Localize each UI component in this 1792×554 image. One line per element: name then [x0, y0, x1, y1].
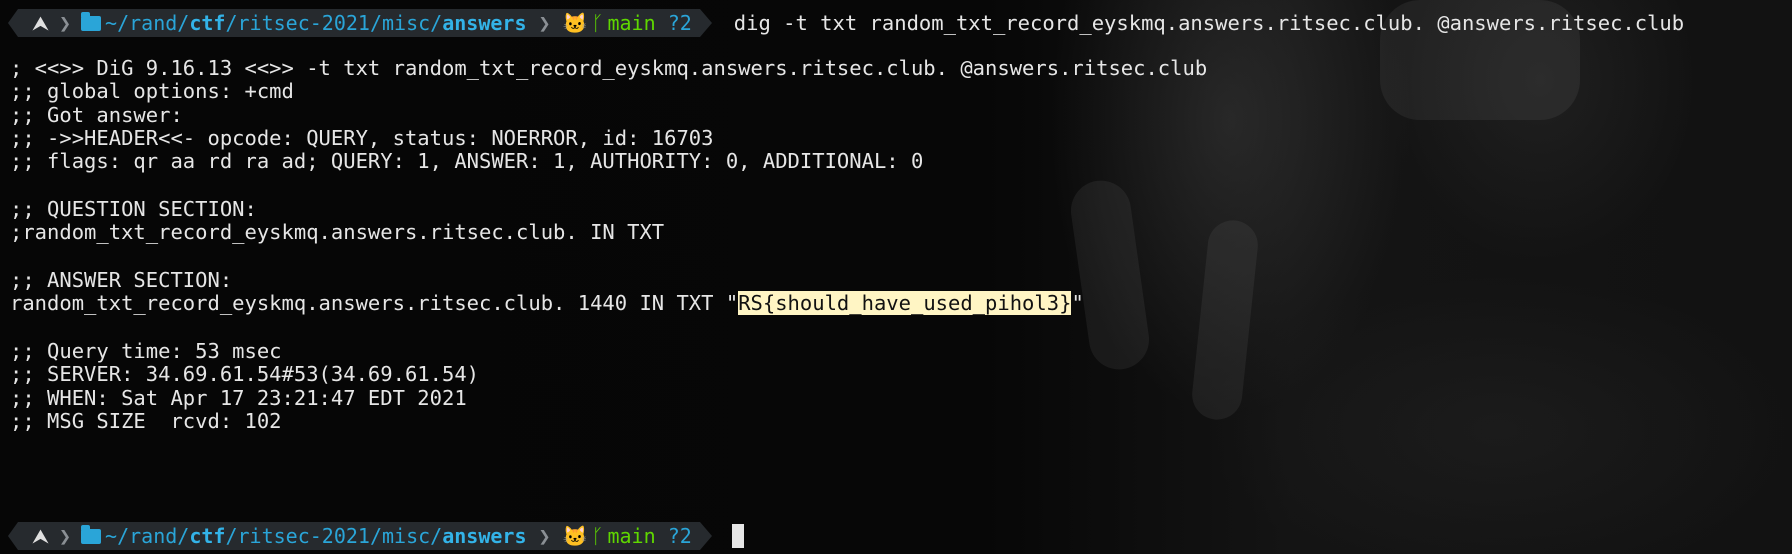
output-line: ;; flags: qr aa rd ra ad; QUERY: 1, ANSW…	[10, 149, 924, 173]
cwd-prefix: ~/rand/	[105, 11, 190, 35]
git-segment: 🐱 ᚴ main ?2	[554, 9, 700, 37]
cwd-last: answers	[442, 11, 527, 35]
cwd-mid: /ritsec-2021/misc/	[225, 11, 443, 35]
cwd-mid: /ritsec-2021/misc/	[225, 524, 443, 548]
prompt-line-2: ⮝ ❯ ~/rand/ctf/ritsec-2021/misc/answers …	[8, 522, 744, 550]
git-branch-name: main	[607, 524, 656, 548]
answer-line: random_txt_record_eyskmq.answers.ritsec.…	[10, 290, 1084, 317]
output-line: ;; MSG SIZE rcvd: 102	[10, 409, 282, 433]
git-status: ?2	[667, 524, 692, 548]
prompt-line-1: ⮝ ❯ ~/rand/ctf/ritsec-2021/misc/answers …	[8, 9, 1684, 37]
flag-selection[interactable]: RS{should_have_used_pihol3}	[738, 291, 1072, 315]
prompt-separator-icon: ❯	[534, 522, 555, 550]
prompt-separator-icon: ❯	[55, 522, 76, 550]
cwd-ctf: ctf	[189, 11, 226, 35]
prompt-end-cap	[699, 9, 712, 37]
prompt-end-cap	[699, 522, 712, 550]
git-branch-icon: ᚴ	[591, 11, 604, 35]
github-cat-icon: 🐱	[562, 524, 588, 548]
command-text: dig -t txt random_txt_record_eyskmq.answ…	[733, 11, 1685, 35]
cwd-prefix: ~/rand/	[105, 524, 190, 548]
git-branch-name: main	[607, 11, 656, 35]
prompt-separator-icon: ❯	[534, 9, 555, 37]
git-status: ?2	[667, 11, 692, 35]
prompt-start-cap	[8, 522, 18, 550]
git-segment: 🐱 ᚴ main ?2	[554, 522, 700, 550]
output-line: ;; global options: +cmd	[10, 79, 294, 103]
cwd-segment: ~/rand/ctf/ritsec-2021/misc/answers	[75, 9, 535, 37]
text-cursor[interactable]	[731, 524, 744, 548]
answer-prefix: random_txt_record_eyskmq.answers.ritsec.…	[10, 291, 739, 315]
folder-icon	[81, 11, 102, 31]
cwd-segment: ~/rand/ctf/ritsec-2021/misc/answers	[75, 522, 535, 550]
os-logo-icon: ⮝	[18, 9, 55, 37]
folder-icon	[81, 524, 102, 544]
git-branch-icon: ᚴ	[591, 524, 604, 548]
output-line: ;random_txt_record_eyskmq.answers.ritsec…	[10, 220, 665, 244]
terminal-window[interactable]: ⮝ ❯ ~/rand/ctf/ritsec-2021/misc/answers …	[0, 0, 1792, 554]
answer-suffix: "	[1071, 291, 1084, 315]
cwd-last: answers	[442, 524, 527, 548]
output-line: ;; SERVER: 34.69.61.54#53(34.69.61.54)	[10, 362, 479, 386]
prompt-separator-icon: ❯	[55, 9, 76, 37]
os-logo-icon: ⮝	[18, 522, 55, 550]
github-cat-icon: 🐱	[562, 11, 588, 35]
prompt-start-cap	[8, 9, 18, 37]
cwd-ctf: ctf	[189, 524, 226, 548]
